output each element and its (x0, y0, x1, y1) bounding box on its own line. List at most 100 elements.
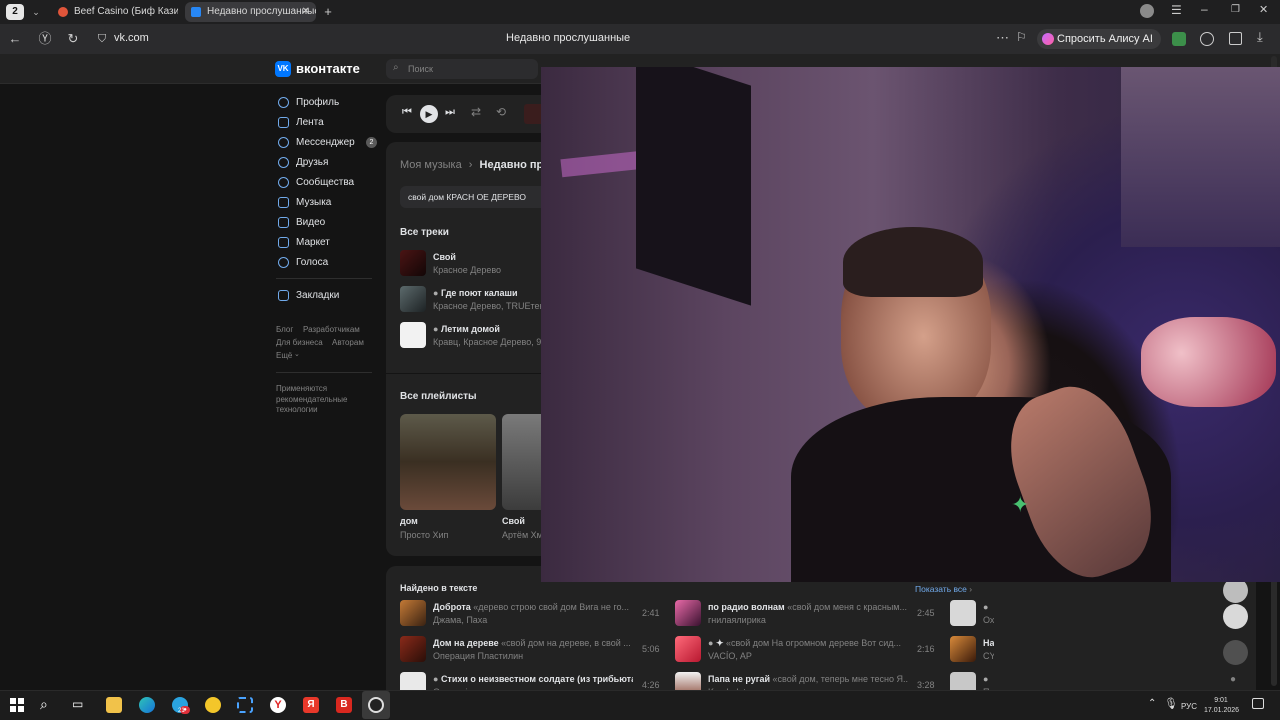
ask-alisa-button[interactable]: Спросить Алису AI (1037, 29, 1161, 49)
yandex-app-icon[interactable]: Я (303, 697, 319, 713)
track-title: ● Стихи о неизвестном солдате (из трибью… (433, 674, 633, 684)
yandex-browser-icon[interactable]: Y (270, 697, 286, 713)
start-tile (18, 698, 24, 704)
yandex-icon[interactable]: Ⓨ (36, 30, 54, 48)
search-icon[interactable]: ⌕ (40, 696, 48, 713)
track-title-text: Папа не ругай (708, 674, 771, 684)
new-tab-button[interactable]: + (320, 4, 336, 20)
footer-link-more[interactable]: Ещё (276, 351, 292, 360)
tab-count-badge[interactable]: 2 (6, 4, 24, 20)
track-title-text: по радио волнам (708, 602, 785, 612)
communities-icon (278, 177, 289, 188)
obs-icon[interactable] (362, 691, 390, 719)
minimize-icon[interactable]: – (1201, 2, 1208, 16)
nav-item-bookmarks[interactable]: Закладки (276, 287, 339, 305)
track-title-text: Доброта (433, 602, 471, 612)
clock[interactable]: 9:01 17.01.2026 (1204, 696, 1239, 716)
footer-link-business[interactable]: Для бизнеса (276, 338, 323, 347)
nav-item-communities[interactable]: Сообщества (276, 174, 354, 192)
search-placeholder: Поиск (408, 64, 433, 74)
explicit-icon: ● (433, 324, 441, 334)
playlist-author: Артём Хм (502, 530, 541, 540)
extension-icon[interactable] (1172, 32, 1186, 46)
picture-frame (636, 67, 751, 306)
playlist-card[interactable]: дом Просто Хип (400, 414, 496, 544)
edge-icon[interactable] (139, 697, 155, 713)
nav-item-friends[interactable]: Друзья (276, 154, 328, 172)
start-tile (10, 706, 16, 712)
microphone-icon[interactable]: 🎙 (1164, 697, 1178, 710)
nav-item-voices[interactable]: Голоса (276, 254, 328, 272)
close-icon[interactable]: ✕ (302, 2, 310, 22)
language-indicator[interactable]: РУС (1181, 702, 1197, 711)
music-search-input[interactable]: свой дом КРАСН ОЕ ДЕРЕВО (400, 186, 550, 208)
vk-browser-icon[interactable]: B (336, 697, 352, 713)
notification-icon[interactable] (1252, 698, 1264, 709)
track-artist: Кравц, Красное Дерево, 9 (433, 337, 542, 347)
track-row[interactable]: ● Где поют калаши Красное Дерево, TRUEте… (400, 286, 550, 316)
playlist-card[interactable]: Свой Артём Хм (502, 414, 541, 544)
tab-beef-casino[interactable]: Beef Casino (Биф Казино) (52, 2, 178, 22)
track-row[interactable]: Свой Красное Дерево (400, 250, 550, 280)
found-track-row[interactable]: ● Ох (950, 600, 994, 630)
repeat-icon[interactable]: ⟲ (496, 105, 506, 119)
collections-icon[interactable] (1229, 32, 1242, 45)
explicit-icon: ● (983, 674, 989, 684)
taskbar (0, 690, 1280, 720)
found-track-row[interactable]: по радио волнам «свой дом меня с красным… (675, 600, 937, 630)
playlist-cover (400, 414, 496, 510)
back-arrow-icon[interactable]: ← (6, 30, 24, 48)
avatar[interactable] (1223, 640, 1248, 665)
tab-recently-played[interactable]: Недавно прослушанные ✕ (185, 2, 316, 22)
show-all-link[interactable]: Показать все › (915, 584, 972, 594)
screenshot-icon[interactable] (237, 697, 253, 713)
next-icon[interactable]: ⏭ (445, 106, 455, 119)
nav-item-feed[interactable]: Лента (276, 114, 324, 132)
shuffle-icon[interactable]: ⇄ (471, 105, 481, 119)
reload-icon[interactable]: ↻ (64, 30, 82, 48)
windows-start-icon[interactable] (10, 698, 24, 712)
playlist-cover (502, 414, 541, 510)
maximize-icon[interactable]: ❐ (1231, 4, 1240, 15)
close-window-icon[interactable]: ✕ (1259, 3, 1268, 16)
task-view-icon[interactable]: ▭ (72, 697, 83, 711)
chevron-down-icon: ⌄ (294, 351, 300, 358)
found-track-row[interactable]: На CY (950, 636, 994, 666)
nav-item-messenger[interactable]: Мессенджер (276, 134, 355, 152)
footer-link-developers[interactable]: Разработчикам (303, 325, 360, 334)
nav-divider (276, 278, 372, 279)
nav-item-market[interactable]: Маркет (276, 234, 330, 252)
download-icon[interactable]: ⤓ (1257, 29, 1263, 45)
url-field[interactable]: vk.com (114, 32, 149, 44)
bookmark-icon[interactable]: ⚐ (1016, 30, 1027, 44)
profile-avatar-icon[interactable] (1140, 4, 1154, 18)
alisa-icon (1042, 33, 1054, 45)
video-extension-icon[interactable] (1200, 32, 1214, 46)
breadcrumb-parent[interactable]: Моя музыка (400, 159, 462, 171)
chevron-up-icon[interactable]: ⌃ (1148, 698, 1156, 709)
menu-icon[interactable]: ☰ (1171, 3, 1182, 17)
breadcrumb: Моя музыка › Недавно про (400, 159, 550, 171)
found-track-row[interactable]: ● ✦ «свой дом На огромном дереве Вот сид… (675, 636, 937, 666)
play-button[interactable]: ▶ (420, 105, 438, 123)
track-cover (400, 600, 426, 626)
found-track-row[interactable]: Доброта «дерево строю свой дом Вига не г… (400, 600, 662, 630)
footer-link-authors[interactable]: Авторам (332, 338, 364, 347)
nav-item-music[interactable]: Музыка (276, 194, 331, 212)
chat-icon[interactable]: ● (1230, 674, 1236, 685)
nav-item-profile[interactable]: Профиль (276, 94, 339, 112)
track-row[interactable]: ● Летим домой Кравц, Красное Дерево, 9 (400, 322, 550, 352)
found-track-row[interactable]: Дом на дереве «свой дом на дереве, в сво… (400, 636, 662, 666)
more-icon[interactable]: ⋯ (996, 30, 1009, 46)
yandex-disk-icon[interactable] (205, 697, 221, 713)
profile-icon (278, 97, 289, 108)
avatar[interactable] (1223, 604, 1248, 629)
footer-link-blog[interactable]: Блог (276, 325, 293, 334)
previous-icon[interactable]: ⏮ (402, 106, 412, 119)
playlist-title: Свой (502, 516, 525, 526)
track-lyric: «свой дом на дереве, в свой ... (501, 638, 631, 648)
file-explorer-icon[interactable] (106, 697, 122, 713)
search-input[interactable]: ⌕ Поиск (386, 59, 538, 79)
nav-item-video[interactable]: Видео (276, 214, 325, 232)
chevron-down-icon[interactable]: ⌄ (28, 4, 44, 20)
